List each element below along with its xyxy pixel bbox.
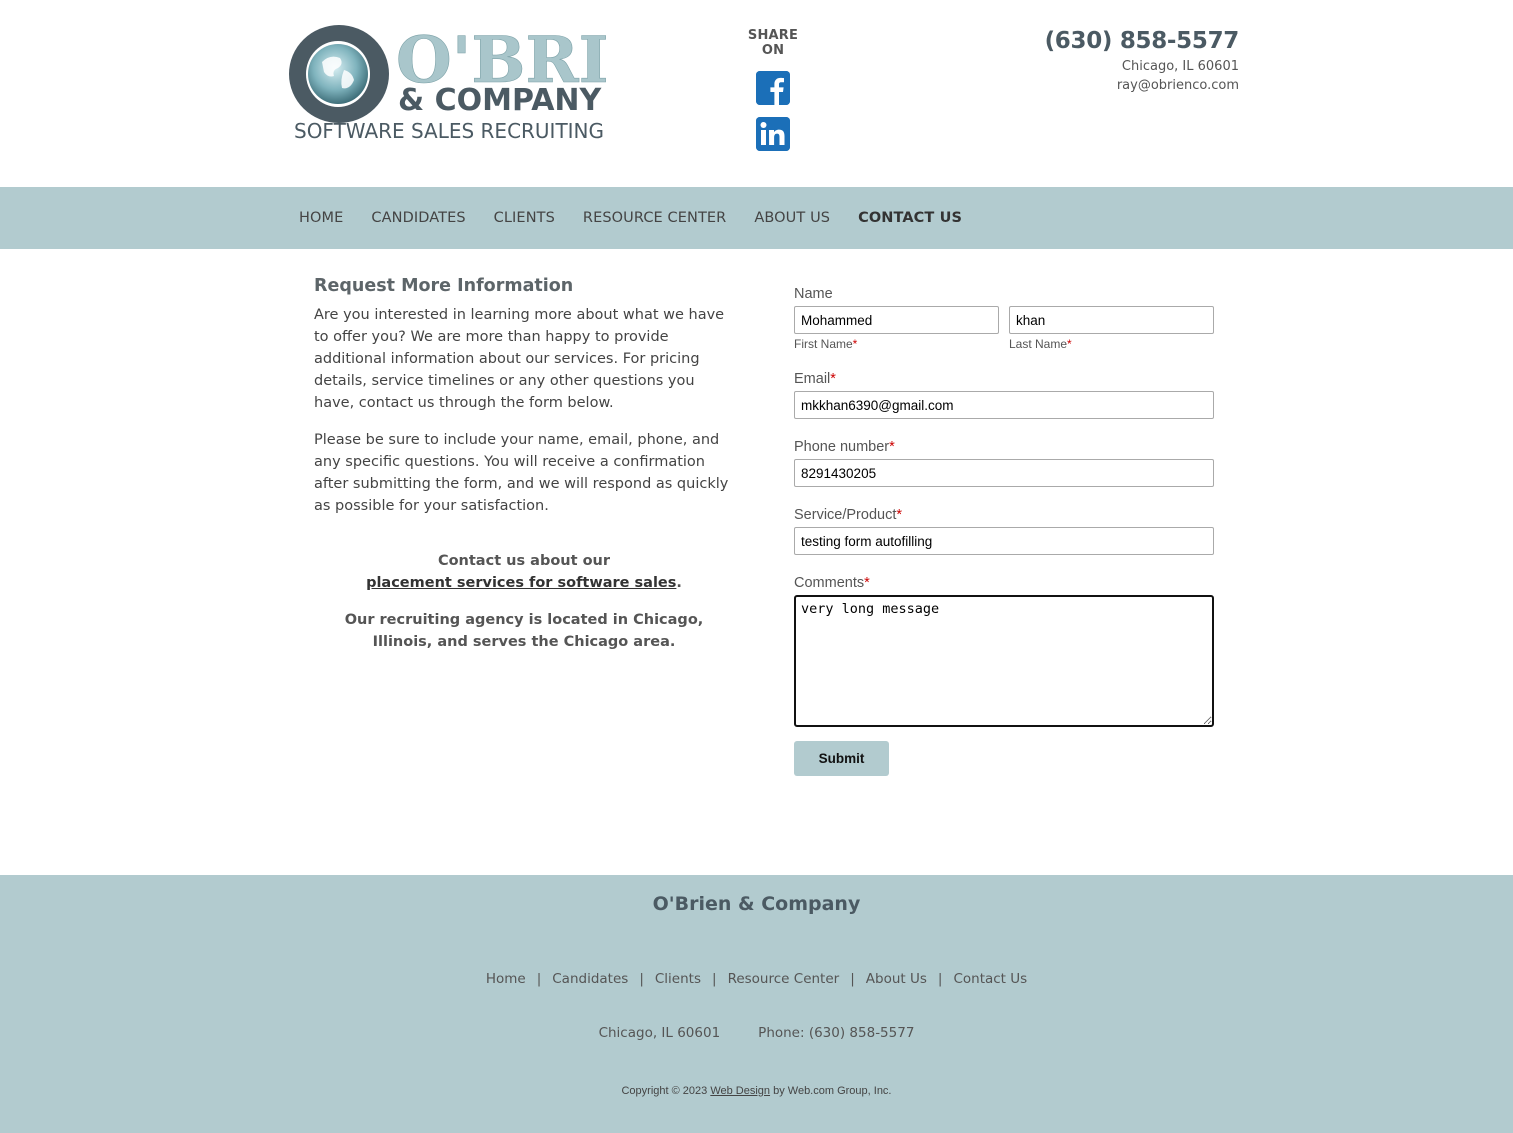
company-logo[interactable]: O'BRIEN & COMPANY SOFTWARE SALES RECRUIT… [286, 22, 716, 144]
footer-title: O'Brien & Company [652, 893, 861, 915]
main-nav: HOME CANDIDATES CLIENTS RESOURCE CENTER … [0, 187, 1513, 249]
footer-link-home[interactable]: Home [486, 971, 526, 987]
footer-link-about-us[interactable]: About Us [866, 971, 927, 987]
footer-link-contact-us[interactable]: Contact Us [953, 971, 1027, 987]
nav-item-candidates[interactable]: CANDIDATES [357, 210, 479, 226]
contact-form: Name First Name* Last Name* Email* Phone… [794, 286, 1214, 776]
web-design-link[interactable]: Web Design [710, 1085, 770, 1097]
nav-item-clients[interactable]: CLIENTS [480, 210, 569, 226]
service-field[interactable] [794, 527, 1214, 555]
footer-separator: | [639, 971, 644, 987]
nav-item-contact-us[interactable]: CONTACT US [844, 210, 976, 226]
header-city: Chicago, IL 60601 [1121, 59, 1239, 74]
nav-item-home[interactable]: HOME [285, 210, 357, 226]
header-phone[interactable]: (630) 858-5577 [1045, 28, 1240, 54]
footer-separator: | [937, 971, 943, 987]
site-footer: O'Brien & Company Home | Candidates | Client… [0, 875, 1513, 1133]
header-contact: (630) 858-5577 Chicago, IL 60601 ray@obr… [1045, 28, 1240, 93]
footer-city: Chicago, IL 60601 [598, 1025, 721, 1041]
nav-item-about-us[interactable]: ABOUT US [740, 210, 844, 226]
footer-info: Chicago, IL 60601 Phone: (630) 858-5577 [0, 1025, 1513, 1041]
footer-link-resource-center[interactable]: Resource Center [728, 971, 840, 987]
footer-link-clients[interactable]: Clients [655, 971, 701, 987]
contact-callout: Contact us about our placement services … [314, 550, 734, 594]
footer-nav: Home | Candidates | Clients | Resource Center |… [0, 971, 1513, 987]
logo-company: & COMPANY [398, 83, 603, 118]
contact-callout-period: . [676, 575, 682, 591]
phone-field[interactable] [794, 459, 1214, 487]
last-name-field[interactable] [1009, 306, 1214, 334]
email-field[interactable] [794, 391, 1214, 419]
copyright: Copyright © 2023 Web Design by Web.com G… [0, 1085, 1513, 1097]
email-label: Email* [794, 371, 836, 387]
phone-label: Phone number* [794, 439, 895, 455]
name-label: Name [794, 286, 833, 302]
share-label: SHARE ON [747, 28, 799, 58]
intro-section: Request More Information Are you interes… [314, 276, 734, 653]
last-name-label: Last Name* [1009, 337, 1072, 351]
first-name-label: First Name* [794, 337, 858, 351]
share-block: SHARE ON [736, 28, 810, 151]
intro-paragraph-1: Are you interested in learning more abou… [314, 307, 725, 411]
copyright-prefix: Copyright © 2023 [621, 1085, 711, 1097]
contact-callout-text: Contact us about our [437, 553, 611, 569]
location-text: Our recruiting agency is located in Chic… [344, 612, 704, 650]
logo-tagline: SOFTWARE SALES RECRUITING [294, 119, 604, 143]
placement-services-link[interactable]: placement services for software sales [366, 575, 676, 591]
submit-button[interactable]: Submit [794, 741, 889, 776]
page-title: Request More Information [314, 276, 574, 296]
intro-paragraph-2: Please be sure to include your name, ema… [314, 432, 729, 514]
nav-item-resource-center[interactable]: RESOURCE CENTER [569, 210, 740, 226]
first-name-field[interactable] [794, 306, 999, 334]
footer-separator: | [712, 971, 717, 987]
footer-separator: | [850, 971, 855, 987]
footer-separator: | [536, 971, 542, 987]
comments-label: Comments* [794, 575, 870, 591]
copyright-suffix: by Web.com Group, Inc. [770, 1085, 892, 1097]
footer-phone[interactable]: Phone: (630) 858-5577 [758, 1025, 914, 1041]
site-header: O'BRIEN & COMPANY SOFTWARE SALES RECRUIT… [0, 0, 1513, 187]
linkedin-icon[interactable] [756, 117, 790, 151]
footer-link-candidates[interactable]: Candidates [552, 971, 628, 987]
header-email[interactable]: ray@obrienco.com [1045, 78, 1239, 93]
service-label: Service/Product* [794, 507, 903, 523]
comments-field[interactable]: very long message [794, 595, 1214, 727]
facebook-icon[interactable] [756, 71, 790, 105]
